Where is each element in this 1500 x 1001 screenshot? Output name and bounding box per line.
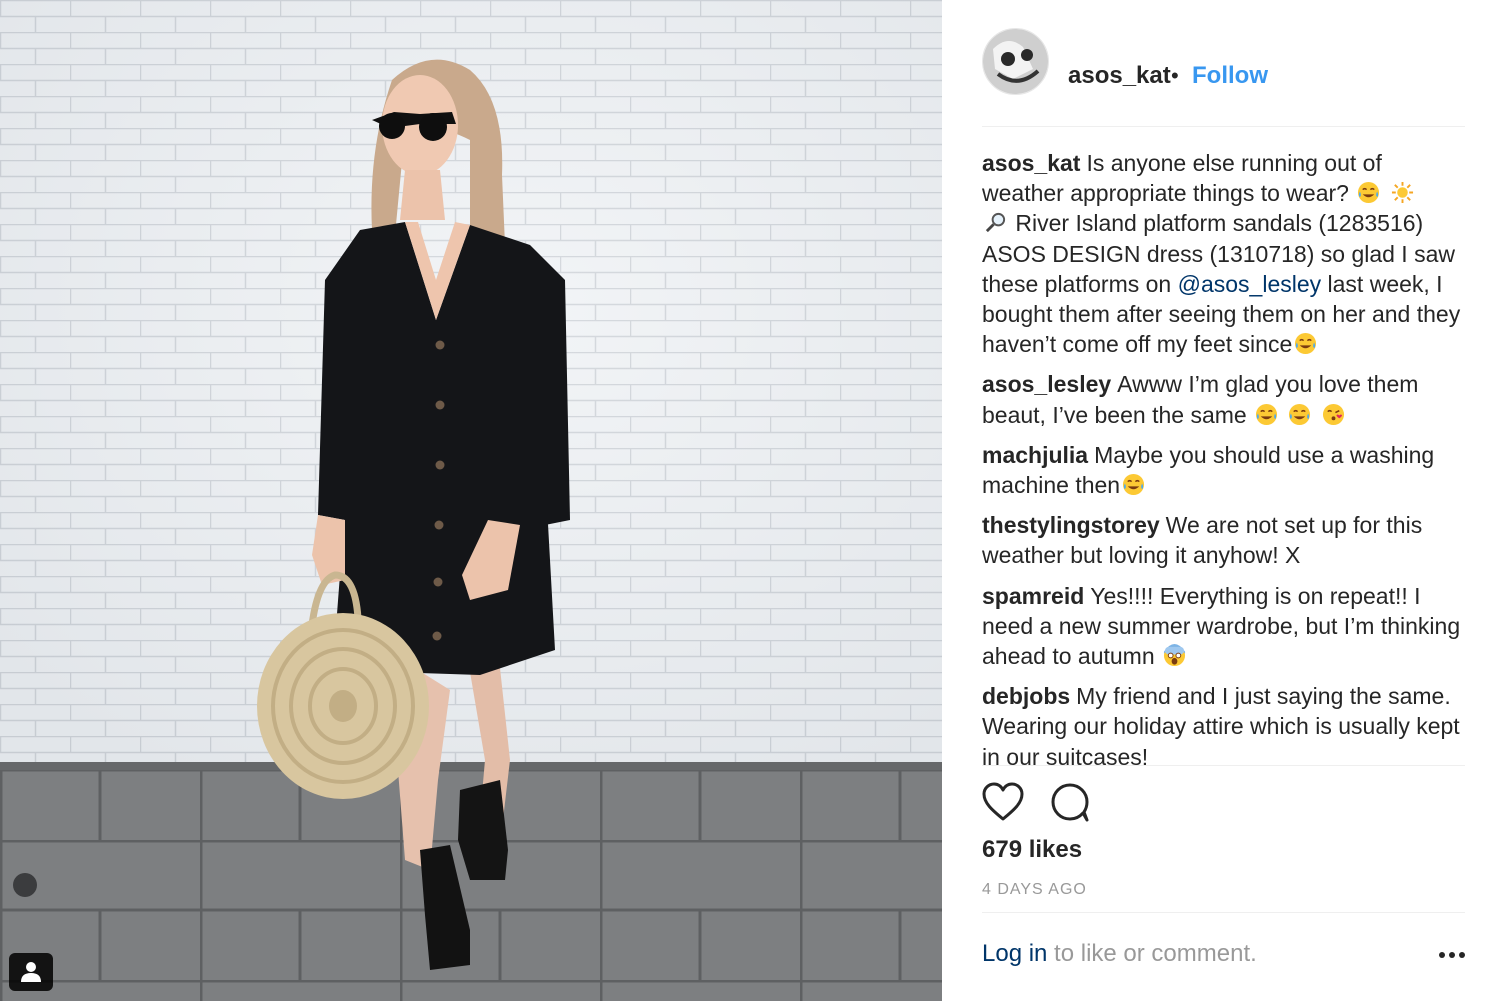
post-author-username[interactable]: asos_kat: [1068, 62, 1171, 90]
comment-button[interactable]: [1050, 782, 1092, 827]
caption-mention-link[interactable]: @asos_lesley: [1178, 271, 1322, 297]
user-tag-icon: [21, 962, 41, 982]
tears-of-joy-emoji-icon: [1358, 182, 1380, 204]
heart-icon: [982, 782, 1024, 821]
separator-dot: •: [1171, 63, 1179, 88]
caption-username[interactable]: asos_kat: [982, 150, 1080, 176]
comments-divider: [982, 765, 1465, 766]
comments-list[interactable]: asos_kat Is anyone else running out of we…: [982, 148, 1466, 765]
avatar[interactable]: [982, 28, 1049, 95]
kissing-face-emoji-icon: [1322, 403, 1344, 425]
footer-divider: [982, 912, 1465, 913]
comment-username[interactable]: spamreid: [982, 583, 1084, 609]
comment-username[interactable]: asos_lesley: [982, 371, 1111, 397]
tears-of-joy-emoji-icon: [1123, 473, 1145, 496]
comment: spamreid Yes!!!! Everything is on repeat!…: [982, 581, 1466, 672]
sun-emoji-icon: [1391, 182, 1413, 204]
header-divider: [982, 126, 1465, 127]
comment: asos_lesley Awww I’m glad you love them b…: [982, 369, 1466, 429]
tagged-user-button[interactable]: [9, 953, 53, 991]
more-options-button[interactable]: [1439, 946, 1465, 964]
comment: debjobs My friend and I just saying the s…: [982, 681, 1466, 765]
tears-of-joy-emoji-icon: [1295, 333, 1317, 355]
action-bar: [982, 782, 1182, 826]
avatar-image: [983, 29, 1048, 94]
screaming-face-emoji-icon: [1163, 644, 1186, 667]
post-image: [0, 0, 942, 1001]
likes-count[interactable]: 679 likes: [982, 836, 1082, 864]
comment-username[interactable]: machjulia: [982, 442, 1088, 468]
comment: thestylingstorey We are not set up for th…: [982, 510, 1466, 570]
post-timestamp[interactable]: 4 DAYS AGO: [982, 881, 1087, 899]
login-prompt-text: to like or comment.: [1047, 940, 1257, 967]
comment-username[interactable]: debjobs: [982, 683, 1070, 709]
login-footer: Log in to like or comment.: [982, 940, 1465, 980]
comment: machjulia Maybe you should use a washing …: [982, 440, 1466, 500]
magnifying-glass-emoji-icon: [985, 213, 1006, 233]
ellipsis-icon: [1439, 952, 1465, 958]
post-header: asos_kat • Follow: [982, 28, 1472, 96]
tears-of-joy-emoji-icon: [1289, 403, 1311, 425]
follow-button[interactable]: Follow: [1192, 62, 1268, 90]
comment-username[interactable]: thestylingstorey: [982, 512, 1160, 538]
tears-of-joy-emoji-icon: [1256, 403, 1278, 425]
post-panel: asos_kat • Follow asos_kat Is anyone else…: [942, 0, 1500, 1001]
post-photo[interactable]: [0, 0, 942, 1001]
login-link[interactable]: Log in: [982, 940, 1047, 967]
comment-bubble-icon: [1051, 783, 1089, 822]
caption: asos_kat Is anyone else running out of we…: [982, 148, 1466, 359]
like-button[interactable]: [982, 782, 1024, 827]
